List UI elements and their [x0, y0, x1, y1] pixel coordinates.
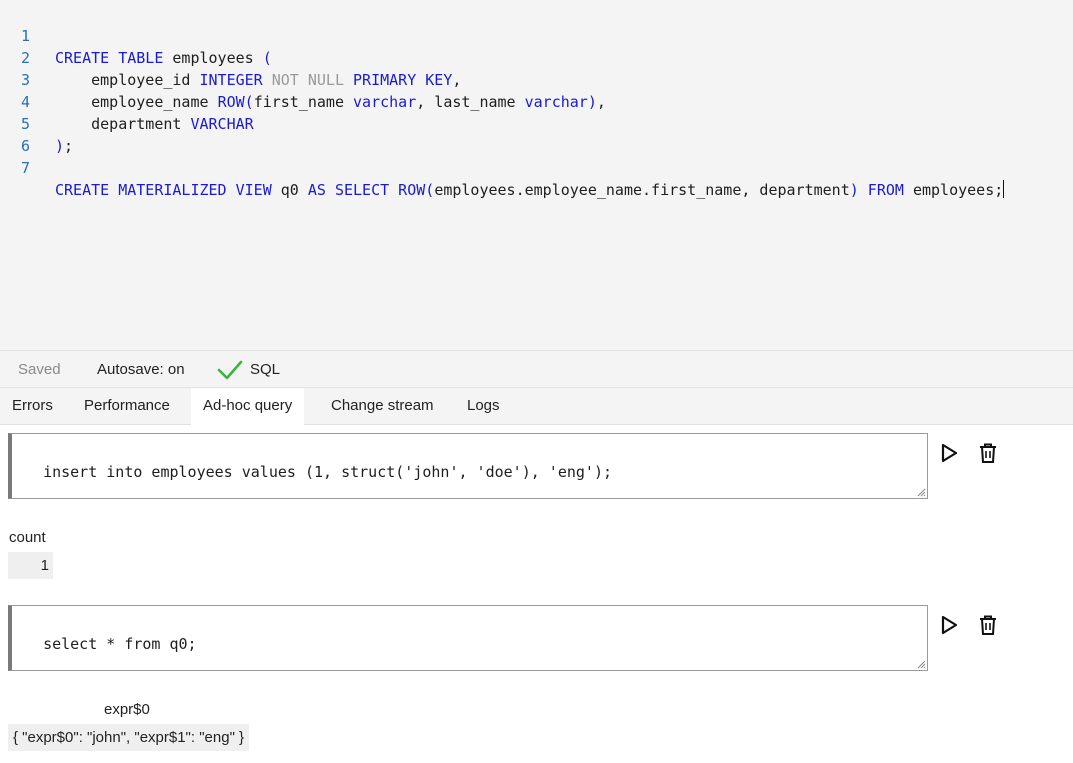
- autosave-status[interactable]: Autosave: on: [97, 351, 185, 388]
- code-line-7: 7 CREATE MATERIALIZED VIEW q0 AS SELECT …: [0, 135, 1005, 199]
- query-text: select * from q0;: [43, 635, 197, 653]
- adhoc-query-input[interactable]: insert into employees values (1, struct(…: [8, 433, 928, 499]
- status-bar: Saved Autosave: on SQL: [0, 351, 1073, 388]
- language-indicator: SQL: [250, 361, 281, 378]
- tab-ad-hoc-query[interactable]: Ad-hoc query: [191, 388, 305, 426]
- code-text: employee_id INTEGER NOT NULL PRIMARY KEY…: [55, 71, 462, 89]
- result-column-header: expr$0: [104, 701, 150, 718]
- code-text: employee_name ROW(first_name varchar, la…: [55, 93, 606, 111]
- tab-change-stream[interactable]: Change stream: [319, 388, 446, 425]
- code-text: CREATE TABLE employees (: [55, 49, 272, 67]
- delete-query-button[interactable]: [978, 614, 998, 636]
- delete-query-button[interactable]: [978, 442, 998, 464]
- resize-grip-icon[interactable]: [916, 487, 926, 497]
- code-line-1: 1 CREATE TABLE employees (: [0, 3, 272, 67]
- code-text: department VARCHAR: [55, 115, 254, 133]
- code-line-4: 4 department VARCHAR: [0, 69, 254, 133]
- tab-logs[interactable]: Logs: [455, 388, 512, 425]
- tab-performance[interactable]: Performance: [72, 388, 182, 425]
- results-tab-bar: Errors Performance Ad-hoc query Change s…: [0, 388, 1073, 426]
- check-icon: [217, 360, 243, 380]
- code-text: CREATE MATERIALIZED VIEW q0 AS SELECT RO…: [55, 180, 1005, 199]
- resize-grip-icon[interactable]: [916, 659, 926, 669]
- line-number: 7: [20, 159, 30, 177]
- code-line-5: 5 );: [0, 91, 73, 155]
- result-cell: { "expr$0": "john", "expr$1": "eng" }: [8, 724, 250, 751]
- code-line-6: 6: [0, 113, 36, 155]
- tab-errors[interactable]: Errors: [0, 388, 65, 425]
- result-cell: 1: [8, 552, 53, 579]
- saved-status: Saved: [18, 361, 61, 378]
- code-line-2: 2 employee_id INTEGER NOT NULL PRIMARY K…: [0, 25, 461, 89]
- code-text: );: [55, 137, 74, 155]
- sql-code-editor[interactable]: 1 CREATE TABLE employees ( 2 employee_id…: [0, 0, 1073, 351]
- run-query-button[interactable]: [940, 442, 960, 464]
- adhoc-query-input[interactable]: select * from q0;: [8, 605, 928, 671]
- code-line-3: 3 employee_name ROW(first_name varchar, …: [0, 47, 606, 111]
- query-text: insert into employees values (1, struct(…: [43, 463, 613, 481]
- text-cursor: [1003, 180, 1005, 198]
- run-query-button[interactable]: [940, 614, 960, 636]
- result-column-header: count: [9, 529, 46, 546]
